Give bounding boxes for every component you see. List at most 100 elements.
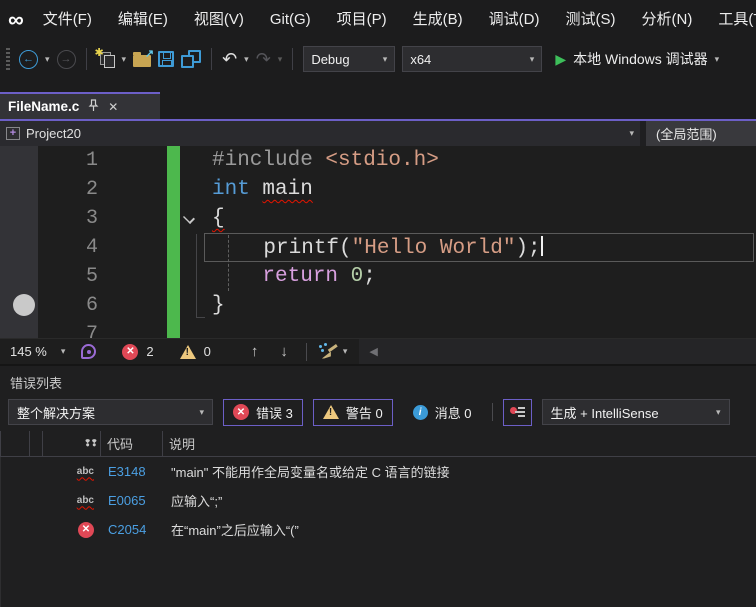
errors-filter-button[interactable]: ✕ 错误 3	[223, 398, 303, 426]
warning-count[interactable]: 0	[204, 344, 211, 359]
code-line-7[interactable]	[204, 320, 754, 338]
warnings-filter-button[interactable]: 警告 0	[312, 398, 393, 426]
project-scope-dropdown[interactable]: + Project20 ▾	[0, 121, 640, 146]
code-line-1[interactable]: #include <stdio.h>	[204, 146, 754, 175]
error-count[interactable]: 2	[146, 344, 153, 359]
code-cleanup-dropdown-icon[interactable]: ▾	[343, 346, 348, 357]
new-project-icon[interactable]: ✱	[95, 47, 115, 68]
errors-filter-label: 错误 3	[256, 405, 293, 421]
code-line-4[interactable]: printf("Hello World");	[204, 233, 754, 262]
scope-dropdown[interactable]: (全局范围)	[646, 121, 756, 146]
info-icon: i	[412, 404, 428, 420]
document-tab-strip: FileName.c ✕	[0, 92, 756, 121]
error-description: "main" 不能用作全局变量名或给定 C 语言的链接	[171, 465, 450, 480]
navigate-back-icon[interactable]: ←	[19, 49, 38, 69]
solution-configuration-value: Debug	[311, 51, 350, 67]
editor-navigation-bar: + Project20 ▾ (全局范围)	[0, 121, 756, 146]
filter-settings-button[interactable]	[502, 398, 532, 426]
code-token: {	[212, 207, 225, 230]
new-item-dropdown-icon[interactable]: ▾	[122, 54, 127, 65]
error-source-filter-dropdown[interactable]: 生成 + IntelliSense ▾	[541, 399, 730, 425]
line-number: 4	[85, 236, 98, 259]
navigate-back-dropdown-icon[interactable]: ▾	[45, 54, 50, 65]
code-fold-chevron-icon[interactable]	[184, 213, 194, 223]
menu-item-7[interactable]: 测试(S)	[553, 0, 629, 40]
previous-issue-icon[interactable]: ↑	[251, 343, 259, 360]
code-token: return	[262, 265, 339, 288]
zoom-dropdown[interactable]: 145 % ▾	[0, 344, 73, 359]
undo-dropdown-icon[interactable]: ▾	[244, 54, 249, 65]
navigate-forward-icon[interactable]: →	[56, 49, 76, 69]
line-number: 6	[85, 294, 98, 317]
error-row[interactable]: abc E0065 应输入“;”	[1, 486, 756, 515]
messages-filter-button[interactable]: i 消息 0	[403, 399, 482, 426]
tab-accent-line	[0, 119, 756, 121]
start-debugging-icon[interactable]: ▶	[555, 51, 566, 68]
code-cleanup-icon[interactable]	[318, 342, 338, 360]
code-token: printf(	[213, 237, 352, 260]
error-description: 应输入“;”	[171, 494, 223, 509]
redo-icon[interactable]: ↷	[256, 50, 271, 68]
panel-toolbar-separator	[491, 403, 493, 421]
code-editor[interactable]: 1234567 #include <stdio.h> int main{ prin…	[0, 146, 756, 338]
pin-tab-icon[interactable]	[88, 98, 99, 115]
error-list-title: 错误列表	[10, 376, 63, 391]
column-gutter	[8, 431, 30, 456]
code-lines: #include <stdio.h> int main { printf("Hell…	[204, 146, 754, 338]
error-list-panel: 错误列表 整个解决方案 ▾ ✕ 错误 3 警告 0 i 消息 0	[0, 364, 756, 607]
menu-item-3[interactable]: Git(G)	[257, 0, 324, 40]
breakpoint-indicator-icon[interactable]	[13, 294, 35, 316]
horizontal-scrollbar[interactable]: ◀	[359, 339, 756, 364]
severity-column-header[interactable]: ❢❢	[43, 431, 101, 456]
code-token: ;	[363, 265, 376, 288]
toolbar-separator	[211, 48, 213, 70]
warning-badge-icon[interactable]	[179, 344, 196, 359]
menu-item-2[interactable]: 视图(V)	[181, 0, 257, 40]
error-badge-icon[interactable]: ✕	[122, 343, 139, 360]
start-debugging-label[interactable]: 本地 Windows 调试器	[573, 49, 708, 69]
scroll-left-icon[interactable]: ◀	[359, 345, 377, 358]
error-code-link[interactable]: E3148	[102, 464, 164, 479]
intellisense-error-icon: abc	[76, 494, 94, 506]
warning-icon	[322, 405, 339, 419]
line-number: 2	[85, 178, 98, 201]
menu-item-5[interactable]: 生成(B)	[400, 0, 476, 40]
error-scope-filter-dropdown[interactable]: 整个解决方案 ▾	[8, 399, 213, 425]
close-tab-icon[interactable]: ✕	[108, 100, 118, 114]
solution-configuration-dropdown[interactable]: Debug ▾	[303, 46, 396, 72]
menu-item-1[interactable]: 编辑(E)	[105, 0, 181, 40]
chevron-down-icon: ▾	[60, 346, 66, 356]
solution-platform-dropdown[interactable]: x64 ▾	[402, 46, 543, 72]
toolbar-gap	[0, 78, 756, 92]
line-number: 1	[85, 149, 98, 172]
error-code-link[interactable]: E0065	[102, 493, 164, 508]
menu-item-0[interactable]: 文件(F)	[30, 0, 105, 40]
error-row[interactable]: ✕ C2054 在“main”之后应输入“(”	[1, 515, 756, 544]
code-line-5[interactable]: return 0;	[204, 262, 754, 291]
menu-item-4[interactable]: 项目(P)	[324, 0, 400, 40]
menu-item-6[interactable]: 调试(D)	[476, 0, 553, 40]
document-tab[interactable]: FileName.c ✕	[0, 92, 160, 119]
code-line-3[interactable]: {	[204, 204, 754, 233]
description-column-header[interactable]: 说明	[163, 431, 756, 456]
code-line-6[interactable]: }	[204, 291, 754, 320]
solution-platform-value: x64	[410, 51, 432, 67]
scope-value: (全局范围)	[656, 127, 717, 142]
document-health-icon[interactable]	[81, 344, 97, 359]
save-all-icon[interactable]	[181, 50, 202, 68]
messages-filter-label: 消息 0	[434, 405, 472, 421]
menu-item-9[interactable]: 工具(T)	[705, 0, 756, 40]
save-icon[interactable]	[158, 51, 175, 67]
error-code-link[interactable]: C2054	[102, 522, 164, 537]
code-token: int	[212, 178, 263, 201]
debug-target-dropdown-icon[interactable]: ▾	[715, 54, 720, 65]
menu-item-8[interactable]: 分析(N)	[629, 0, 706, 40]
toolbar-grip[interactable]	[6, 48, 10, 70]
code-line-2[interactable]: int main	[204, 175, 754, 204]
error-row[interactable]: abc E3148 "main" 不能用作全局变量名或给定 C 语言的链接	[1, 457, 756, 486]
code-column-header[interactable]: 代码	[101, 431, 163, 456]
open-file-icon[interactable]: ↗	[133, 48, 154, 67]
undo-icon[interactable]: ↶	[222, 50, 237, 68]
next-issue-icon[interactable]: ↓	[280, 343, 288, 360]
